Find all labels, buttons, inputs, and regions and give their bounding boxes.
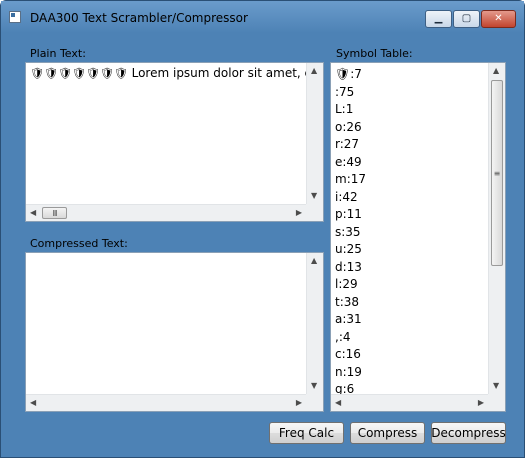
window-title: DAA300 Text Scrambler/Compressor bbox=[30, 11, 248, 25]
shield-glyph: 🛡 bbox=[85, 67, 100, 80]
scroll-left-icon[interactable]: ◀ bbox=[30, 399, 36, 407]
compressed-text-horizontal-scrollbar[interactable]: ◀ ▶ bbox=[26, 394, 306, 411]
scroll-up-icon[interactable]: ▲ bbox=[311, 257, 317, 265]
symbol-table-vertical-scrollbar[interactable]: ▲ ≡ ▼ bbox=[488, 63, 505, 394]
plain-text-label: Plain Text: bbox=[30, 47, 86, 60]
symbol-list-item[interactable]: c:16 bbox=[335, 346, 487, 364]
plain-text-box[interactable]: 🛡🛡🛡🛡🛡🛡🛡 Lorem ipsum dolor sit amet, cons… bbox=[25, 62, 324, 222]
shield-glyph: 🛡 bbox=[113, 67, 128, 80]
symbol-table-list[interactable]: 🛡:7 :75 L:1 o:26 r:27 e:49 m:17 i:42 p:11 s:35 u:… bbox=[330, 62, 506, 412]
compressed-text-label: Compressed Text: bbox=[30, 237, 128, 250]
scroll-right-icon[interactable]: ▶ bbox=[478, 399, 484, 407]
plain-text-value: Lorem ipsum dolor sit amet, consec bbox=[131, 66, 323, 80]
symbol-list-item[interactable]: i:42 bbox=[335, 189, 487, 207]
scroll-down-icon[interactable]: ▼ bbox=[311, 382, 317, 390]
shield-glyph: 🛡 bbox=[30, 67, 44, 80]
symbol-list-item[interactable]: u:25 bbox=[335, 241, 487, 259]
compress-button[interactable]: Compress bbox=[350, 422, 425, 444]
symbol-list-item[interactable]: :75 bbox=[335, 84, 487, 102]
grip-icon: III bbox=[52, 208, 57, 218]
shield-glyph: 🛡 bbox=[71, 67, 86, 80]
compressed-text-box[interactable]: ▲ ▼ ◀ ▶ bbox=[25, 252, 324, 412]
scroll-corner bbox=[488, 394, 505, 411]
symbol-list-item[interactable]: d:13 bbox=[335, 259, 487, 277]
symbol-list-items: 🛡:7 :75 L:1 o:26 r:27 e:49 m:17 i:42 p:11 s:35 u:… bbox=[335, 66, 487, 411]
scroll-up-icon[interactable]: ▲ bbox=[493, 67, 499, 75]
compressed-text-vertical-scrollbar[interactable]: ▲ ▼ bbox=[306, 253, 323, 394]
close-button[interactable]: ✕ bbox=[481, 10, 516, 28]
symbol-list-item[interactable]: r:27 bbox=[335, 136, 487, 154]
symbol-list-item[interactable]: t:38 bbox=[335, 294, 487, 312]
shield-glyph: 🛡 bbox=[43, 67, 58, 80]
scroll-corner bbox=[306, 394, 323, 411]
shield-glyph-run: 🛡🛡🛡🛡🛡🛡🛡 bbox=[30, 66, 132, 80]
symbol-list-item[interactable]: l:29 bbox=[335, 276, 487, 294]
minimize-icon: ▁ bbox=[434, 13, 443, 24]
minimize-button[interactable]: ▁ bbox=[425, 10, 452, 28]
symbol-list-item[interactable]: ,:4 bbox=[335, 329, 487, 347]
symbol-table-horizontal-scrollbar[interactable]: ◀ ▶ bbox=[331, 394, 488, 411]
shield-glyph: 🛡 bbox=[57, 67, 72, 80]
app-icon bbox=[9, 11, 21, 23]
symbol-list-item[interactable]: a:31 bbox=[335, 311, 487, 329]
scroll-right-icon[interactable]: ▶ bbox=[296, 209, 302, 217]
grip-icon: ≡ bbox=[493, 168, 501, 178]
scroll-down-icon[interactable]: ▼ bbox=[311, 192, 317, 200]
symbol-list-item[interactable]: L:1 bbox=[335, 101, 487, 119]
decompress-button[interactable]: Decompress bbox=[431, 422, 506, 444]
scroll-left-icon[interactable]: ◀ bbox=[335, 399, 341, 407]
title-bar[interactable]: DAA300 Text Scrambler/Compressor ▁ ▢ ✕ bbox=[1, 1, 524, 33]
plain-text-vertical-scrollbar[interactable]: ▲ ▼ bbox=[306, 63, 323, 204]
symbol-list-item[interactable]: s:35 bbox=[335, 224, 487, 242]
horizontal-scroll-thumb[interactable]: III bbox=[42, 207, 67, 219]
shield-glyph: 🛡 bbox=[99, 67, 114, 80]
symbol-table-label: Symbol Table: bbox=[336, 47, 413, 60]
scroll-right-icon[interactable]: ▶ bbox=[296, 399, 302, 407]
plain-text-content[interactable]: 🛡🛡🛡🛡🛡🛡🛡 Lorem ipsum dolor sit amet, cons… bbox=[30, 66, 323, 81]
symbol-list-item[interactable]: p:11 bbox=[335, 206, 487, 224]
freq-calc-button[interactable]: Freq Calc bbox=[269, 422, 344, 444]
app-window: DAA300 Text Scrambler/Compressor ▁ ▢ ✕ P… bbox=[0, 0, 525, 458]
symbol-list-item[interactable]: n:19 bbox=[335, 364, 487, 382]
scroll-down-icon[interactable]: ▼ bbox=[493, 382, 499, 390]
maximize-icon: ▢ bbox=[461, 13, 472, 24]
symbol-list-item[interactable]: e:49 bbox=[335, 154, 487, 172]
maximize-button[interactable]: ▢ bbox=[453, 10, 480, 28]
symbol-list-item[interactable]: o:26 bbox=[335, 119, 487, 137]
scroll-up-icon[interactable]: ▲ bbox=[311, 67, 317, 75]
symbol-list-item[interactable]: m:17 bbox=[335, 171, 487, 189]
scroll-left-icon[interactable]: ◀ bbox=[30, 209, 36, 217]
plain-text-horizontal-scrollbar[interactable]: ◀ III ▶ bbox=[26, 204, 306, 221]
symbol-list-item[interactable]: 🛡:7 bbox=[335, 66, 487, 84]
scroll-corner bbox=[306, 204, 323, 221]
vertical-scroll-thumb[interactable]: ≡ bbox=[491, 80, 503, 266]
close-icon: ✕ bbox=[494, 13, 503, 24]
